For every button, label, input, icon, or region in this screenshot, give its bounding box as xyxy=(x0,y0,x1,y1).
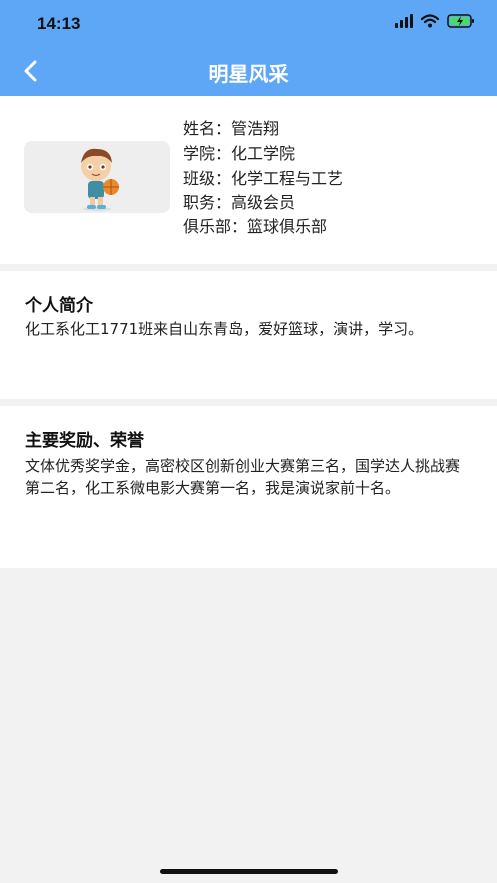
field-value: 管浩翔 xyxy=(231,119,280,138)
home-indicator[interactable] xyxy=(160,869,338,874)
awards-section: 主要奖励、荣誉 文体优秀奖学金，高密校区创新创业大赛第三名，国学达人挑战赛第二名… xyxy=(0,406,497,568)
status-icons xyxy=(395,14,475,28)
avatar-illustration-icon xyxy=(81,148,119,211)
header-bar: 14:13 明星风采 xyxy=(0,0,497,96)
page-title: 明星风采 xyxy=(208,62,289,86)
field-label: 职务： xyxy=(183,193,232,212)
info-row-name: 姓名：管浩翔 xyxy=(183,119,279,139)
profile-card: 姓名：管浩翔 学院：化工学院 班级：化学工程与工艺 职务：高级会员 俱乐部：篮球… xyxy=(0,96,497,264)
battery-charging-icon xyxy=(447,14,474,28)
info-row-position: 职务：高级会员 xyxy=(183,193,295,213)
info-row-class: 班级：化学工程与工艺 xyxy=(183,169,343,189)
info-row-college: 学院：化工学院 xyxy=(183,144,295,164)
awards-title: 主要奖励、荣誉 xyxy=(25,431,144,451)
intro-section: 个人简介 化工系化工1771班来自山东青岛，爱好篮球，演讲，学习。 xyxy=(0,271,497,399)
wifi-icon xyxy=(421,14,439,28)
field-value: 篮球俱乐部 xyxy=(247,217,328,236)
info-row-club: 俱乐部：篮球俱乐部 xyxy=(183,217,327,237)
field-value: 化工学院 xyxy=(231,144,296,163)
field-label: 班级： xyxy=(183,169,232,188)
field-label: 俱乐部： xyxy=(183,217,248,236)
field-value: 化学工程与工艺 xyxy=(231,169,344,188)
field-label: 学院： xyxy=(183,144,232,163)
awards-text: 文体优秀奖学金，高密校区创新创业大赛第三名，国学达人挑战赛第二名，化工系微电影大… xyxy=(25,457,461,497)
field-label: 姓名： xyxy=(183,119,232,138)
intro-title: 个人简介 xyxy=(25,296,93,316)
avatar xyxy=(24,141,170,213)
status-time: 14:13 xyxy=(37,14,81,33)
field-value: 高级会员 xyxy=(231,193,296,212)
signal-icon xyxy=(395,14,413,28)
intro-text: 化工系化工1771班来自山东青岛，爱好篮球，演讲，学习。 xyxy=(25,320,424,338)
